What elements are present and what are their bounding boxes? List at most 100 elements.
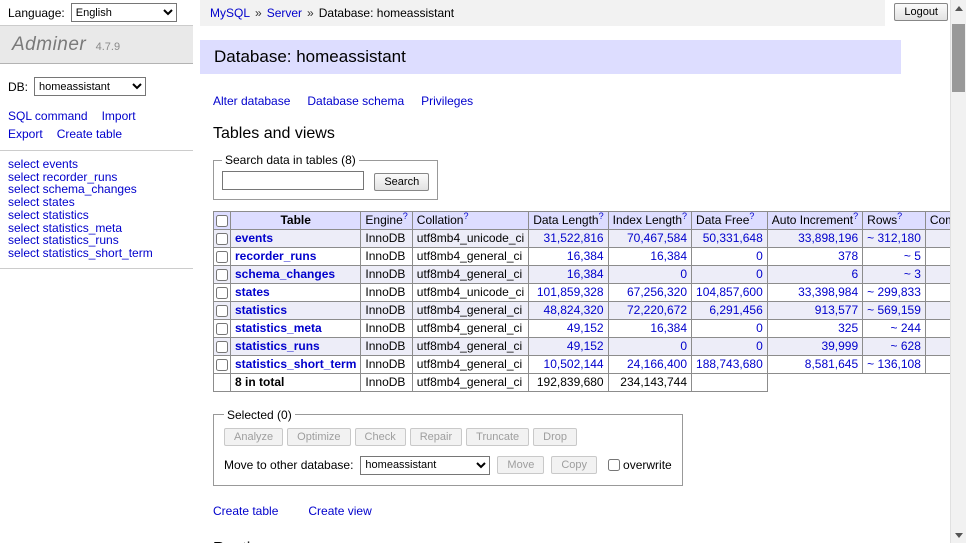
scroll-down-button[interactable] xyxy=(951,527,966,543)
table-name-cell[interactable]: statistics xyxy=(231,301,361,319)
table-name-cell[interactable]: recorder_runs xyxy=(231,247,361,265)
index-length-cell[interactable]: 72,220,672 xyxy=(608,301,691,319)
rows-count-cell[interactable]: ~ 244 xyxy=(863,319,926,337)
row-checkbox[interactable] xyxy=(216,251,228,263)
copy-button[interactable]: Copy xyxy=(551,456,597,474)
logout-button[interactable]: Logout xyxy=(894,3,948,21)
auto-increment-cell[interactable]: 325 xyxy=(767,319,862,337)
index-length-cell[interactable]: 24,166,400 xyxy=(608,355,691,373)
auto-increment-cell[interactable]: 33,898,196 xyxy=(767,229,862,247)
table-name-cell[interactable]: events xyxy=(231,229,361,247)
data-length-cell[interactable]: 16,384 xyxy=(529,265,608,283)
sidebar-table-link[interactable]: select statistics_short_term xyxy=(8,247,185,260)
data-free-cell[interactable]: 6,291,456 xyxy=(692,301,768,319)
row-checkbox[interactable] xyxy=(216,233,228,245)
breadcrumb-server-link[interactable]: Server xyxy=(267,6,302,20)
row-checkbox[interactable] xyxy=(216,269,228,281)
data-length-cell[interactable]: 48,824,320 xyxy=(529,301,608,319)
sidebar-action-link[interactable]: SQL command xyxy=(8,109,88,123)
column-help-link[interactable]: ? xyxy=(682,211,687,221)
table-name-cell[interactable]: statistics_runs xyxy=(231,337,361,355)
auto-increment-cell[interactable]: 33,398,984 xyxy=(767,283,862,301)
auto-increment-cell[interactable]: 378 xyxy=(767,247,862,265)
column-header[interactable]: Index Length? xyxy=(608,211,691,229)
column-help-link[interactable]: ? xyxy=(463,211,468,221)
rows-count-cell[interactable]: ~ 299,833 xyxy=(863,283,926,301)
create-link[interactable]: Create table xyxy=(213,504,278,518)
database-action-link[interactable]: Privileges xyxy=(421,94,473,108)
table-action-button[interactable]: Drop xyxy=(533,428,577,446)
table-name-cell[interactable]: statistics_short_term xyxy=(231,355,361,373)
data-length-cell[interactable]: 49,152 xyxy=(529,337,608,355)
table-action-button[interactable]: Check xyxy=(355,428,406,446)
rows-count-cell[interactable]: ~ 5 xyxy=(863,247,926,265)
rows-count-cell[interactable]: ~ 136,108 xyxy=(863,355,926,373)
rows-count-cell[interactable]: ~ 628 xyxy=(863,337,926,355)
sidebar-action-link[interactable]: Create table xyxy=(57,127,122,141)
index-length-cell[interactable]: 70,467,584 xyxy=(608,229,691,247)
db-select[interactable]: homeassistant xyxy=(34,77,146,96)
column-help-link[interactable]: ? xyxy=(897,211,902,221)
data-length-cell[interactable]: 10,502,144 xyxy=(529,355,608,373)
column-header[interactable]: Data Free? xyxy=(692,211,768,229)
data-length-cell[interactable]: 31,522,816 xyxy=(529,229,608,247)
vertical-scrollbar[interactable] xyxy=(950,0,966,543)
create-link[interactable]: Create view xyxy=(308,504,371,518)
scrollbar-thumb[interactable] xyxy=(952,24,965,92)
index-length-cell[interactable]: 0 xyxy=(608,337,691,355)
scroll-up-button[interactable] xyxy=(951,0,966,16)
table-action-button[interactable]: Analyze xyxy=(224,428,283,446)
data-free-cell[interactable]: 50,331,648 xyxy=(692,229,768,247)
database-action-link[interactable]: Alter database xyxy=(213,94,290,108)
sidebar-table-link[interactable]: select events xyxy=(8,158,185,171)
sidebar-table-link[interactable]: select statistics xyxy=(8,209,185,222)
sidebar-table-link[interactable]: select states xyxy=(8,196,185,209)
row-checkbox[interactable] xyxy=(216,341,228,353)
database-action-link[interactable]: Database schema xyxy=(307,94,404,108)
column-header[interactable]: Data Length? xyxy=(529,211,608,229)
column-help-link[interactable]: ? xyxy=(749,211,754,221)
index-length-cell[interactable]: 16,384 xyxy=(608,247,691,265)
select-all-checkbox[interactable] xyxy=(216,215,228,227)
row-checkbox[interactable] xyxy=(216,323,228,335)
data-free-cell[interactable]: 104,857,600 xyxy=(692,283,768,301)
table-action-button[interactable]: Repair xyxy=(410,428,462,446)
data-free-cell[interactable]: 0 xyxy=(692,319,768,337)
table-name-cell[interactable]: states xyxy=(231,283,361,301)
index-length-cell[interactable]: 0 xyxy=(608,265,691,283)
column-header[interactable]: Rows? xyxy=(863,211,926,229)
language-select[interactable]: English xyxy=(71,3,177,22)
data-free-cell[interactable]: 0 xyxy=(692,265,768,283)
rows-count-cell[interactable]: ~ 312,180 xyxy=(863,229,926,247)
move-button[interactable]: Move xyxy=(497,456,544,474)
auto-increment-cell[interactable]: 6 xyxy=(767,265,862,283)
rows-count-cell[interactable]: ~ 3 xyxy=(863,265,926,283)
overwrite-checkbox[interactable] xyxy=(608,459,620,471)
auto-increment-cell[interactable]: 39,999 xyxy=(767,337,862,355)
row-checkbox[interactable] xyxy=(216,287,228,299)
table-name-cell[interactable]: schema_changes xyxy=(231,265,361,283)
row-checkbox[interactable] xyxy=(216,305,228,317)
index-length-cell[interactable]: 16,384 xyxy=(608,319,691,337)
column-header[interactable]: Auto Increment? xyxy=(767,211,862,229)
table-action-button[interactable]: Truncate xyxy=(466,428,529,446)
index-length-cell[interactable]: 67,256,320 xyxy=(608,283,691,301)
column-help-link[interactable]: ? xyxy=(599,211,604,221)
rows-count-cell[interactable]: ~ 569,159 xyxy=(863,301,926,319)
column-header[interactable]: Engine? xyxy=(361,211,412,229)
table-name-cell[interactable]: statistics_meta xyxy=(231,319,361,337)
auto-increment-cell[interactable]: 913,577 xyxy=(767,301,862,319)
column-header[interactable]: Collation? xyxy=(412,211,528,229)
search-input[interactable] xyxy=(222,171,364,190)
sidebar-action-link[interactable]: Import xyxy=(102,109,136,123)
row-checkbox[interactable] xyxy=(216,359,228,371)
data-length-cell[interactable]: 49,152 xyxy=(529,319,608,337)
data-length-cell[interactable]: 101,859,328 xyxy=(529,283,608,301)
auto-increment-cell[interactable]: 8,581,645 xyxy=(767,355,862,373)
column-help-link[interactable]: ? xyxy=(853,211,858,221)
search-button[interactable]: Search xyxy=(374,173,429,191)
move-db-select[interactable]: homeassistant xyxy=(360,456,490,475)
sidebar-action-link[interactable]: Export xyxy=(8,127,43,141)
data-free-cell[interactable]: 0 xyxy=(692,247,768,265)
table-action-button[interactable]: Optimize xyxy=(287,428,350,446)
